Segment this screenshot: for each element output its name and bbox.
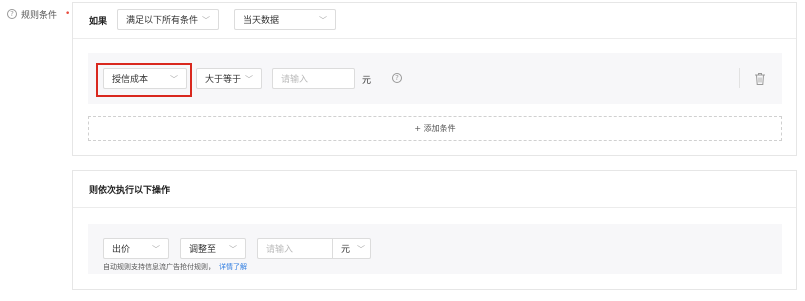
trash-icon[interactable] [754,72,766,86]
data-scope-value: 当天数据 [243,16,280,26]
chevron-down-icon: ﹀ [245,75,253,84]
adjust-mode-select[interactable]: 调整至 ﹀ [180,238,246,259]
action-card-header: 则依次执行以下操作 [73,171,796,208]
action-unit-select[interactable]: 元 ﹀ [332,238,371,259]
match-type-value: 满足以下所有条件 [126,16,199,26]
chevron-down-icon: ﹀ [152,245,160,254]
rule-condition-label: ? 规则条件 • [7,8,71,21]
rule-condition-text: 规则条件 [21,10,58,21]
chevron-down-icon: ﹀ [229,245,237,254]
data-scope-select[interactable]: 当天数据 ﹀ [234,9,336,30]
action-title: 则依次执行以下操作 [89,185,171,196]
condition-row-panel [88,53,782,104]
highlight-box [96,63,192,97]
action-value-input[interactable]: 请输入 [257,238,333,259]
chevron-down-icon: ﹀ [319,16,327,25]
condition-value-input[interactable]: 请输入 [272,68,355,89]
if-label: 如果 [89,17,108,27]
required-mark: • [65,9,71,19]
condition-unit: 元 [362,76,372,86]
add-condition-button[interactable]: + 添加条件 [88,116,782,141]
action-type-value: 出价 [112,245,131,255]
adjust-mode-value: 调整至 [189,245,217,255]
condition-value-placeholder: 请输入 [281,75,309,85]
help-circle-icon[interactable]: ? [7,9,17,19]
action-unit-value: 元 [341,245,351,255]
row-divider [739,68,740,88]
chevron-down-icon: ﹀ [202,16,210,25]
question-icon[interactable]: ? [392,73,402,83]
chevron-down-icon: ﹀ [357,245,365,254]
match-type-select[interactable]: 满足以下所有条件 ﹀ [117,9,219,30]
operator-select[interactable]: 大于等于 ﹀ [196,68,262,89]
action-hint-text: 自动规则支持信息流广告抢付规则， [103,263,215,271]
add-condition-label: + 添加条件 [414,124,456,133]
details-link[interactable]: 详情了解 [219,263,247,271]
action-value-placeholder: 请输入 [266,245,294,255]
operator-value: 大于等于 [205,75,242,85]
action-type-select[interactable]: 出价 ﹀ [103,238,169,259]
action-hint: 自动规则支持信息流广告抢付规则， 详情了解 [103,262,247,272]
